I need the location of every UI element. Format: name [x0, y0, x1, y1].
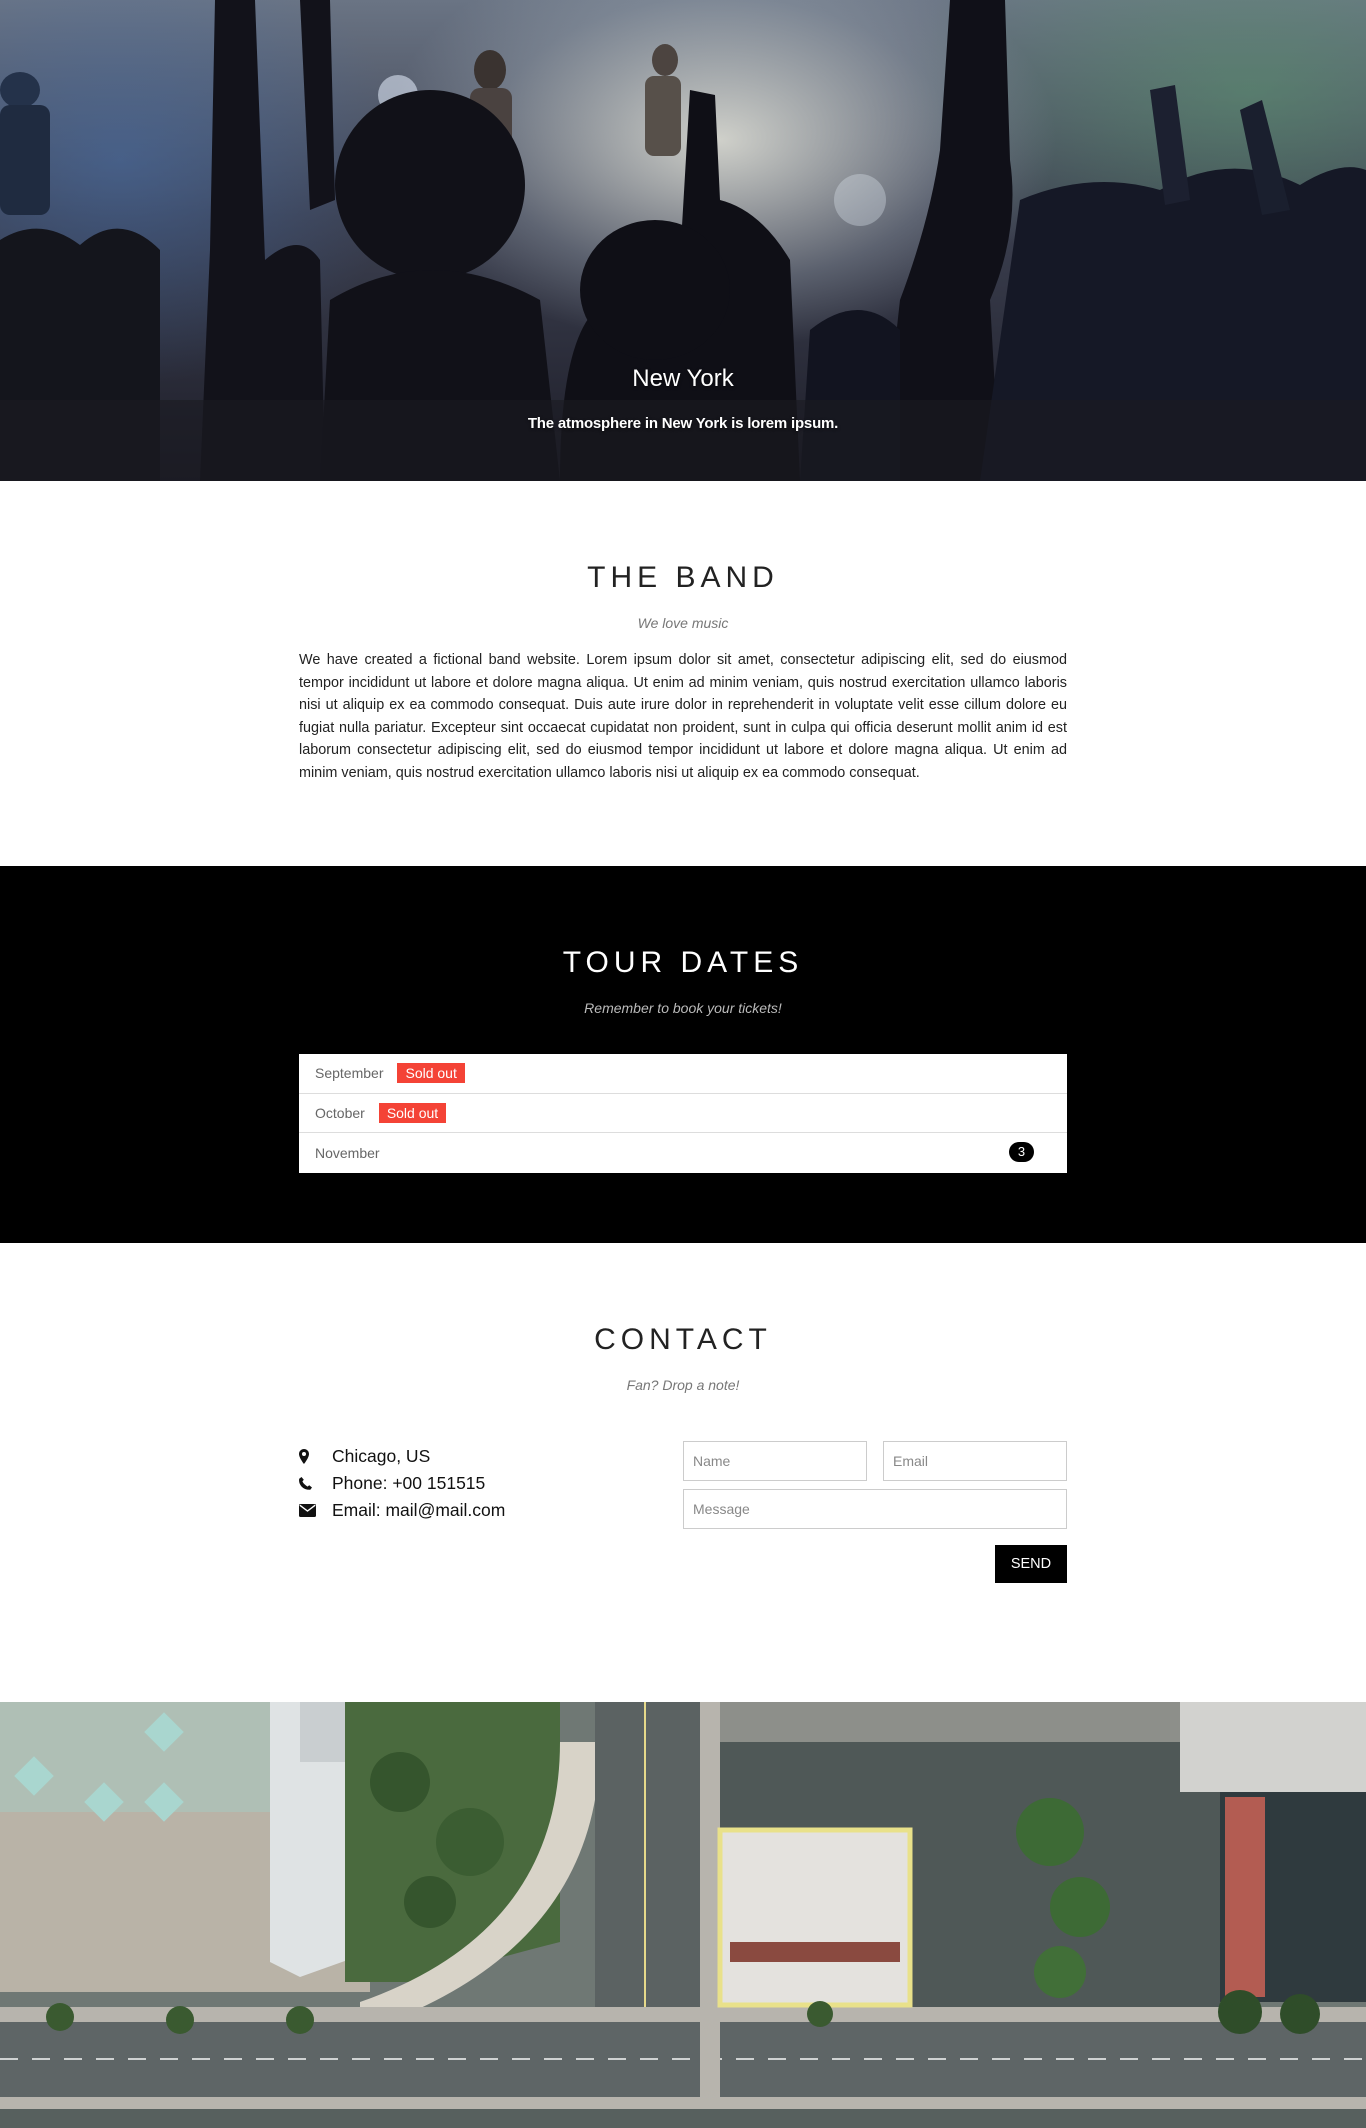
- contact-info: Chicago, US Phone: +00 151515 Email: mai…: [299, 1441, 659, 1583]
- contact-section: CONTACT Fan? Drop a note! Chicago, US Ph…: [0, 1243, 1366, 1702]
- location-text: Chicago, US: [332, 1446, 431, 1466]
- hero-title: New York: [632, 365, 734, 392]
- month-label: November: [315, 1144, 380, 1161]
- send-button[interactable]: SEND: [995, 1545, 1067, 1583]
- ticket-count-badge: 3: [1009, 1142, 1034, 1162]
- hero-subtitle: The atmosphere in New York is lorem ipsu…: [527, 415, 839, 432]
- contact-title: CONTACT: [594, 1323, 772, 1356]
- band-subtitle: We love music: [637, 615, 729, 631]
- sold-out-badge: Sold out: [378, 1102, 447, 1123]
- map-marker-icon: [299, 1449, 332, 1464]
- tour-month-september[interactable]: September Sold out: [299, 1054, 1067, 1094]
- contact-subtitle: Fan? Drop a note!: [626, 1377, 740, 1393]
- name-input[interactable]: [683, 1441, 867, 1481]
- aerial-map-illustration: [0, 1702, 1366, 2128]
- tour-month-october[interactable]: October Sold out: [299, 1094, 1067, 1133]
- message-input[interactable]: [683, 1489, 1067, 1529]
- tour-section: TOUR DATES Remember to book your tickets…: [0, 866, 1366, 1243]
- hero-caption: New York The atmosphere in New York is l…: [0, 365, 1366, 432]
- tour-title: TOUR DATES: [562, 946, 804, 979]
- band-section: THE BAND We love music We have created a…: [0, 481, 1366, 866]
- phone-icon: [299, 1477, 332, 1490]
- band-title: THE BAND: [587, 561, 779, 594]
- tour-subtitle: Remember to book your tickets!: [584, 1000, 782, 1016]
- email-text: Email: mail@mail.com: [332, 1500, 506, 1520]
- band-description: We have created a fictional band website…: [299, 652, 1067, 781]
- contact-body: Chicago, US Phone: +00 151515 Email: mai…: [299, 1441, 1067, 1583]
- email-input[interactable]: [883, 1441, 1067, 1481]
- email-row: Email: mail@mail.com: [299, 1497, 659, 1524]
- form-row-top: [683, 1441, 1067, 1481]
- phone-text: Phone: +00 151515: [332, 1473, 486, 1493]
- send-row: SEND: [683, 1545, 1067, 1583]
- tour-month-november[interactable]: November 3: [299, 1133, 1067, 1173]
- month-label: September: [315, 1065, 384, 1082]
- contact-form: SEND: [683, 1441, 1067, 1583]
- phone-row: Phone: +00 151515: [299, 1470, 659, 1497]
- hero-banner: New York The atmosphere in New York is l…: [0, 0, 1366, 481]
- tour-dates-list: September Sold out October Sold out Nove…: [299, 1054, 1067, 1173]
- sold-out-badge: Sold out: [397, 1063, 465, 1084]
- aerial-city-image: [0, 1702, 1366, 2128]
- envelope-icon: [299, 1504, 332, 1517]
- location-row: Chicago, US: [299, 1443, 659, 1470]
- month-label: October: [315, 1104, 365, 1121]
